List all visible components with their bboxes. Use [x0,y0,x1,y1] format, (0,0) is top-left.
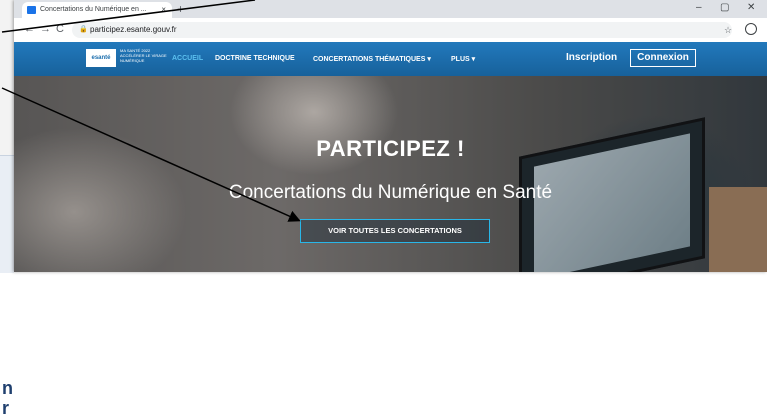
website: esanté MA SANTÉ 2022 ACCÉLÉRER LE VIRAGE… [14,42,767,272]
url-field[interactable]: 🔒 participez.esante.gouv.fr [72,22,732,38]
menu-concertations-thematiques[interactable]: CONCERTATIONS THÉMATIQUES ▾ [313,55,431,63]
lock-icon: 🔒 [79,26,88,33]
document-panel: n r [0,155,14,418]
tab-close-icon[interactable]: × [161,2,166,18]
connexion-button[interactable]: Connexion [630,49,696,67]
account-icon[interactable] [745,23,757,35]
browser-window: Concertations du Numérique en ... × + – … [14,0,767,272]
inscription-button[interactable]: Inscription [566,52,617,63]
maximize-button[interactable]: ▢ [720,2,729,13]
voir-concertations-button[interactable]: VOIR TOUTES LES CONCERTATIONS [300,219,490,243]
tab-concertations[interactable]: Concertations du Numérique en ... × [22,2,172,18]
hero-subtitle: Concertations du Numérique en Santé [228,182,553,203]
site-navbar: esanté MA SANTÉ 2022 ACCÉLÉRER LE VIRAGE… [14,42,767,76]
address-bar: ← → C 🔒 participez.esante.gouv.fr ☆ [14,18,767,43]
esante-logo[interactable]: esanté [86,49,116,67]
new-tab-button[interactable]: + [177,2,184,16]
bookmark-star-icon[interactable]: ☆ [724,25,732,36]
favicon-icon [27,6,36,14]
menu-accueil[interactable]: ACCUEIL [172,55,203,62]
hero-title: PARTICIPEZ ! [316,136,465,161]
document-text-fragment: n r [2,378,13,418]
forward-icon[interactable]: → [40,23,51,35]
back-icon[interactable]: ← [24,23,35,35]
logo-tagline: MA SANTÉ 2022 ACCÉLÉRER LE VIRAGE NUMÉRI… [120,48,167,63]
menu-plus[interactable]: PLUS ▾ [451,55,475,63]
menu-doctrine-technique[interactable]: DOCTRINE TECHNIQUE [215,55,295,62]
close-window-button[interactable]: ✕ [747,2,755,13]
minimize-button[interactable]: – [696,2,702,13]
tab-strip: Concertations du Numérique en ... × + – … [14,0,767,18]
reload-icon[interactable]: C [56,23,64,35]
tab-title: Concertations du Numérique en ... [40,6,147,13]
url-text: participez.esante.gouv.fr [90,25,177,34]
